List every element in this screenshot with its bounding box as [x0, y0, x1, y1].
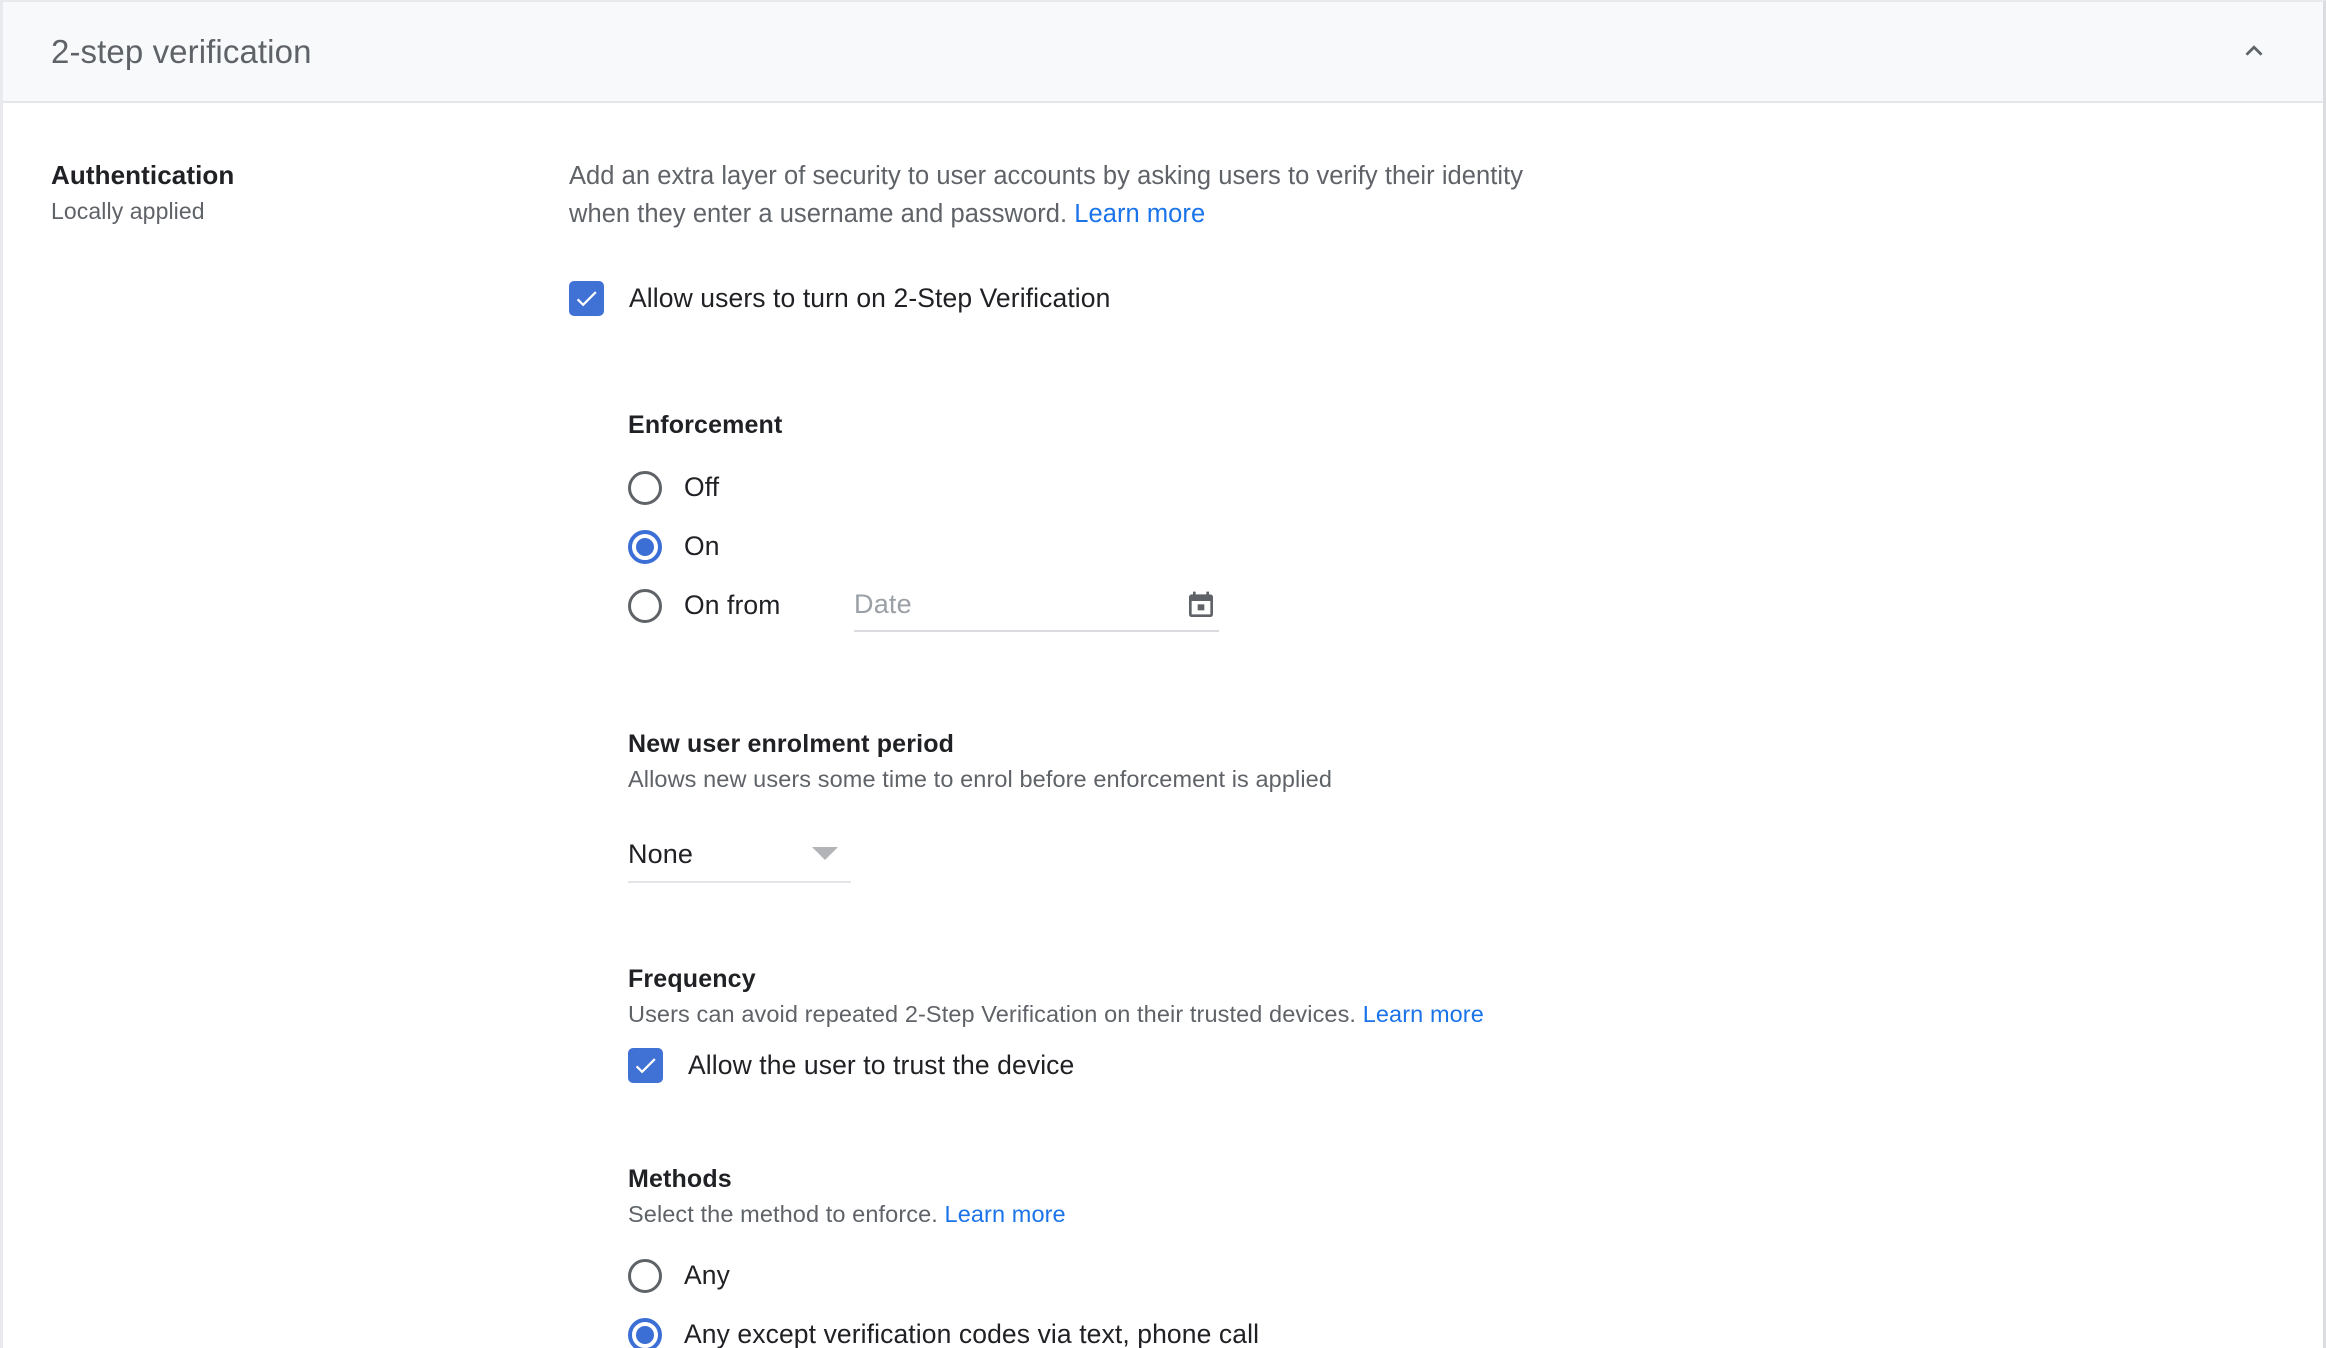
frequency-title: Frequency	[628, 965, 2323, 994]
frequency-description: Users can avoid repeated 2-Step Verifica…	[628, 1001, 2323, 1028]
enrolment-period-title: New user enrolment period	[628, 730, 2323, 759]
methods-option-any-label: Any	[684, 1260, 730, 1291]
radio-on-from-icon[interactable]	[628, 589, 662, 623]
methods-group: Methods Select the method to enforce. Le…	[628, 1165, 2323, 1348]
intro-learn-more-link[interactable]: Learn more	[1074, 200, 1205, 228]
checkmark-icon	[632, 1052, 659, 1079]
settings-content: Add an extra layer of security to user a…	[569, 139, 2323, 1348]
enforcement-option-on-label: On	[684, 531, 720, 562]
methods-description: Select the method to enforce. Learn more	[628, 1201, 2323, 1228]
methods-radio-group: Any Any except verification codes via te…	[628, 1246, 2323, 1348]
checkmark-icon	[573, 285, 600, 312]
enrolment-period-group: New user enrolment period Allows new use…	[628, 730, 2323, 883]
methods-title: Methods	[628, 1165, 2323, 1194]
methods-description-text: Select the method to enforce.	[628, 1201, 938, 1227]
panel-header: 2-step verification	[3, 2, 2323, 103]
radio-any-except-icon[interactable]	[628, 1318, 662, 1348]
frequency-learn-more-link[interactable]: Learn more	[1363, 1001, 1484, 1027]
enforcement-option-off-label: Off	[684, 472, 719, 503]
trust-device-checkbox[interactable]	[628, 1048, 663, 1083]
enforcement-option-on-from-label: On from	[684, 590, 854, 621]
methods-option-any-except[interactable]: Any except verification codes via text, …	[628, 1305, 2323, 1348]
enforcement-radio-group: Off On On from Date	[628, 458, 2323, 635]
intro-text: Add an extra layer of security to user a…	[569, 162, 1523, 228]
trust-device-checkbox-row[interactable]: Allow the user to trust the device	[628, 1048, 2323, 1083]
radio-on-icon[interactable]	[628, 530, 662, 564]
enrolment-period-description: Allows new users some time to enrol befo…	[628, 766, 2323, 793]
intro-description: Add an extra layer of security to user a…	[569, 157, 1529, 233]
page-title: 2-step verification	[51, 33, 312, 71]
two-step-verification-panel: 2-step verification Authentication Local…	[0, 0, 2326, 1348]
trust-device-checkbox-label: Allow the user to trust the device	[688, 1050, 1074, 1081]
section-title: Authentication	[51, 159, 569, 193]
enforcement-option-on-from[interactable]: On from Date	[628, 576, 2323, 635]
methods-option-any[interactable]: Any	[628, 1246, 2323, 1305]
frequency-description-text: Users can avoid repeated 2-Step Verifica…	[628, 1001, 1356, 1027]
collapse-section-button[interactable]	[2225, 23, 2283, 81]
methods-learn-more-link[interactable]: Learn more	[945, 1201, 1066, 1227]
enforcement-settings-group: Enforcement Off On On from Dat	[628, 316, 2323, 1348]
enrolment-period-select[interactable]: None	[628, 827, 851, 883]
enforcement-date-placeholder: Date	[854, 589, 912, 620]
methods-option-any-except-label: Any except verification codes via text, …	[684, 1319, 1259, 1348]
chevron-down-icon	[812, 847, 838, 860]
allow-users-checkbox-label: Allow users to turn on 2-Step Verificati…	[629, 283, 1110, 314]
radio-any-icon[interactable]	[628, 1259, 662, 1293]
settings-section-info: Authentication Locally applied	[3, 139, 569, 1348]
enforcement-option-on[interactable]: On	[628, 517, 2323, 576]
frequency-group: Frequency Users can avoid repeated 2-Ste…	[628, 965, 2323, 1083]
enrolment-period-selected-value: None	[628, 839, 693, 870]
enforcement-date-field[interactable]: Date	[854, 580, 1219, 632]
enforcement-title: Enforcement	[628, 411, 2323, 440]
chevron-up-icon	[2237, 35, 2271, 69]
enforcement-option-off[interactable]: Off	[628, 458, 2323, 517]
radio-off-icon[interactable]	[628, 471, 662, 505]
section-scope-label: Locally applied	[51, 198, 569, 225]
panel-body: Authentication Locally applied Add an ex…	[3, 103, 2323, 1348]
allow-users-checkbox[interactable]	[569, 281, 604, 316]
allow-users-checkbox-row[interactable]: Allow users to turn on 2-Step Verificati…	[569, 281, 2323, 316]
calendar-icon[interactable]	[1185, 589, 1219, 621]
